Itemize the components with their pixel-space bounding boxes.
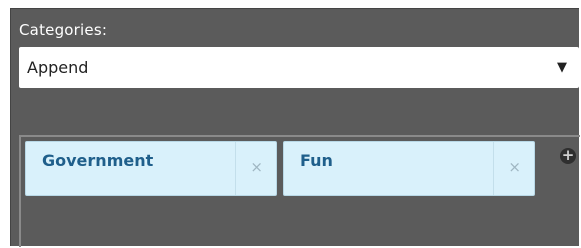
tag-fun: Fun × bbox=[283, 141, 535, 196]
select-value: Append bbox=[27, 58, 89, 77]
categories-label: Categories: bbox=[19, 21, 108, 39]
add-tag-button[interactable]: + bbox=[560, 148, 576, 164]
tag-government: Government × bbox=[25, 141, 277, 196]
tag-divider bbox=[493, 142, 494, 195]
dropdown-caret-icon: ▼ bbox=[557, 60, 567, 75]
tag-label: Government bbox=[42, 151, 154, 170]
categories-panel: Categories: Append ▼ Government × Fun × … bbox=[10, 8, 580, 247]
tag-label: Fun bbox=[300, 151, 333, 170]
remove-tag-icon[interactable]: × bbox=[250, 160, 263, 175]
plus-circle-icon: + bbox=[561, 146, 575, 164]
tags-container: Government × Fun × + bbox=[19, 135, 580, 247]
remove-tag-icon[interactable]: × bbox=[508, 160, 521, 175]
tag-divider bbox=[235, 142, 236, 195]
categories-mode-select[interactable]: Append ▼ bbox=[19, 47, 579, 88]
